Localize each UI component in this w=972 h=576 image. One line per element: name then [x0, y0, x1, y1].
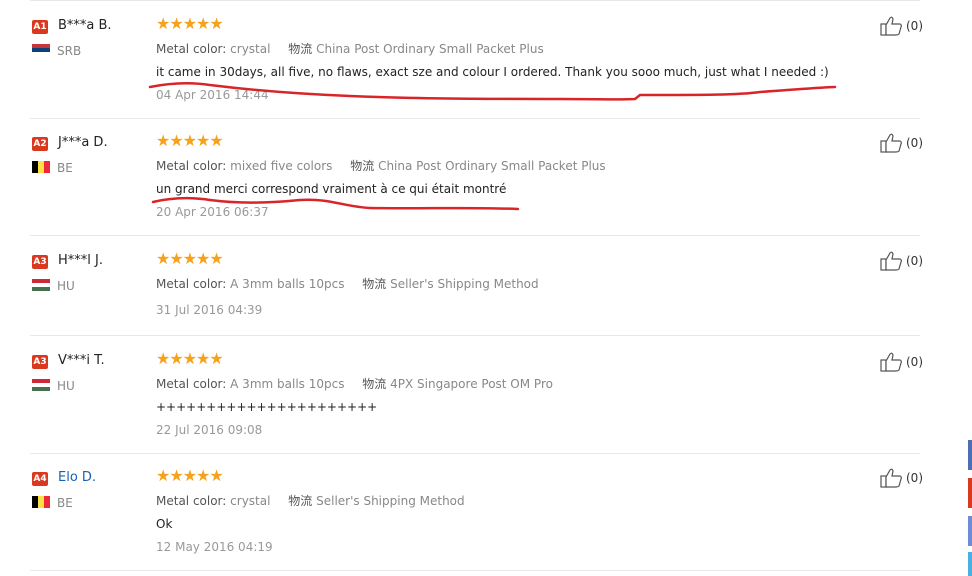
reviewer-name: B***a B.	[58, 18, 112, 33]
country-flag-icon	[32, 379, 50, 391]
user-level-badge: A3	[32, 355, 48, 369]
review-date: 12 May 2016 04:19	[156, 540, 273, 554]
review-item: A2 J***a D. BE ★★★★★ Metal color: mixed …	[30, 118, 923, 236]
reviewer-name: H***l J.	[58, 253, 103, 268]
shipping-method: Seller's Shipping Method	[390, 277, 539, 291]
helpful-button[interactable]: (0)	[880, 352, 923, 372]
shipping-label: 物流	[362, 377, 387, 391]
reviewer-country: HU	[57, 279, 75, 293]
country-flag-icon	[32, 279, 50, 291]
shipping-method: 4PX Singapore Post OM Pro	[390, 377, 553, 391]
helpful-button[interactable]: (0)	[880, 133, 923, 153]
star-rating: ★★★★★	[156, 249, 224, 268]
review-comment: Ok	[156, 517, 173, 531]
shipping-label: 物流	[288, 494, 313, 508]
reviewer-country: BE	[57, 496, 73, 510]
review-item: A3 H***l J. HU ★★★★★ Metal color: A 3mm …	[30, 236, 923, 336]
thumbs-up-icon	[880, 468, 902, 488]
country-flag-icon	[32, 161, 50, 173]
shipping-label: 物流	[350, 159, 375, 173]
reviewer-country: HU	[57, 379, 75, 393]
review-date: 20 Apr 2016 06:37	[156, 205, 269, 219]
star-rating: ★★★★★	[156, 131, 224, 150]
review-attributes: Metal color: A 3mm balls 10pcs 物流 4PX Si…	[156, 375, 553, 392]
metal-color-value: mixed five colors	[230, 159, 333, 173]
review-comment: ++++++++++++++++++++++	[156, 400, 378, 414]
thumbs-up-icon	[880, 352, 902, 372]
review-attributes: Metal color: A 3mm balls 10pcs 物流 Seller…	[156, 275, 539, 292]
review-comment: un grand merci correspond vraiment à ce …	[156, 182, 507, 196]
user-level-badge: A3	[32, 255, 48, 269]
helpful-count: (0)	[906, 355, 923, 369]
reviewer-name: J***a D.	[58, 135, 108, 150]
thumbs-up-icon	[880, 16, 902, 36]
star-rating: ★★★★★	[156, 14, 224, 33]
helpful-button[interactable]: (0)	[880, 251, 923, 271]
shipping-method: China Post Ordinary Small Packet Plus	[316, 42, 544, 56]
helpful-button[interactable]: (0)	[880, 16, 923, 36]
helpful-count: (0)	[906, 254, 923, 268]
edge-widget	[968, 478, 972, 508]
review-date: 04 Apr 2016 14:44	[156, 88, 269, 102]
shipping-label: 物流	[288, 42, 313, 56]
country-flag-icon	[32, 496, 50, 508]
reviewer-name-link[interactable]: Elo D.	[58, 470, 96, 485]
star-rating: ★★★★★	[156, 466, 224, 485]
helpful-count: (0)	[906, 19, 923, 33]
reviewer-country: BE	[57, 161, 73, 175]
metal-color-label: Metal color:	[156, 42, 227, 56]
metal-color-label: Metal color:	[156, 159, 227, 173]
review-item: A4 Elo D. BE ★★★★★ Metal color: crystal …	[30, 453, 923, 571]
metal-color-label: Metal color:	[156, 277, 227, 291]
reviewer-country: SRB	[57, 44, 82, 58]
edge-widget	[968, 552, 972, 576]
shipping-method: Seller's Shipping Method	[316, 494, 465, 508]
helpful-count: (0)	[906, 136, 923, 150]
helpful-button[interactable]: (0)	[880, 468, 923, 488]
metal-color-value: crystal	[230, 494, 271, 508]
star-rating: ★★★★★	[156, 349, 224, 368]
review-attributes: Metal color: crystal 物流 China Post Ordin…	[156, 40, 544, 57]
edge-widget	[968, 516, 972, 546]
review-date: 22 Jul 2016 09:08	[156, 423, 263, 437]
review-item: A1 B***a B. SRB ★★★★★ Metal color: cryst…	[30, 0, 923, 119]
shipping-method: China Post Ordinary Small Packet Plus	[378, 159, 606, 173]
metal-color-label: Metal color:	[156, 494, 227, 508]
thumbs-up-icon	[880, 133, 902, 153]
user-level-badge: A1	[32, 20, 48, 34]
review-date: 31 Jul 2016 04:39	[156, 303, 263, 317]
review-attributes: Metal color: crystal 物流 Seller's Shippin…	[156, 492, 465, 509]
metal-color-label: Metal color:	[156, 377, 227, 391]
helpful-count: (0)	[906, 471, 923, 485]
user-level-badge: A4	[32, 472, 48, 486]
review-comment: it came in 30days, all five, no flaws, e…	[156, 65, 829, 79]
metal-color-value: A 3mm balls 10pcs	[230, 277, 345, 291]
edge-widget	[968, 440, 972, 470]
reviewer-name: V***i T.	[58, 353, 105, 368]
metal-color-value: A 3mm balls 10pcs	[230, 377, 345, 391]
shipping-label: 物流	[362, 277, 387, 291]
thumbs-up-icon	[880, 251, 902, 271]
review-item: A3 V***i T. HU ★★★★★ Metal color: A 3mm …	[30, 336, 923, 454]
user-level-badge: A2	[32, 137, 48, 151]
review-attributes: Metal color: mixed five colors 物流 China …	[156, 157, 606, 174]
country-flag-icon	[32, 44, 50, 56]
metal-color-value: crystal	[230, 42, 271, 56]
